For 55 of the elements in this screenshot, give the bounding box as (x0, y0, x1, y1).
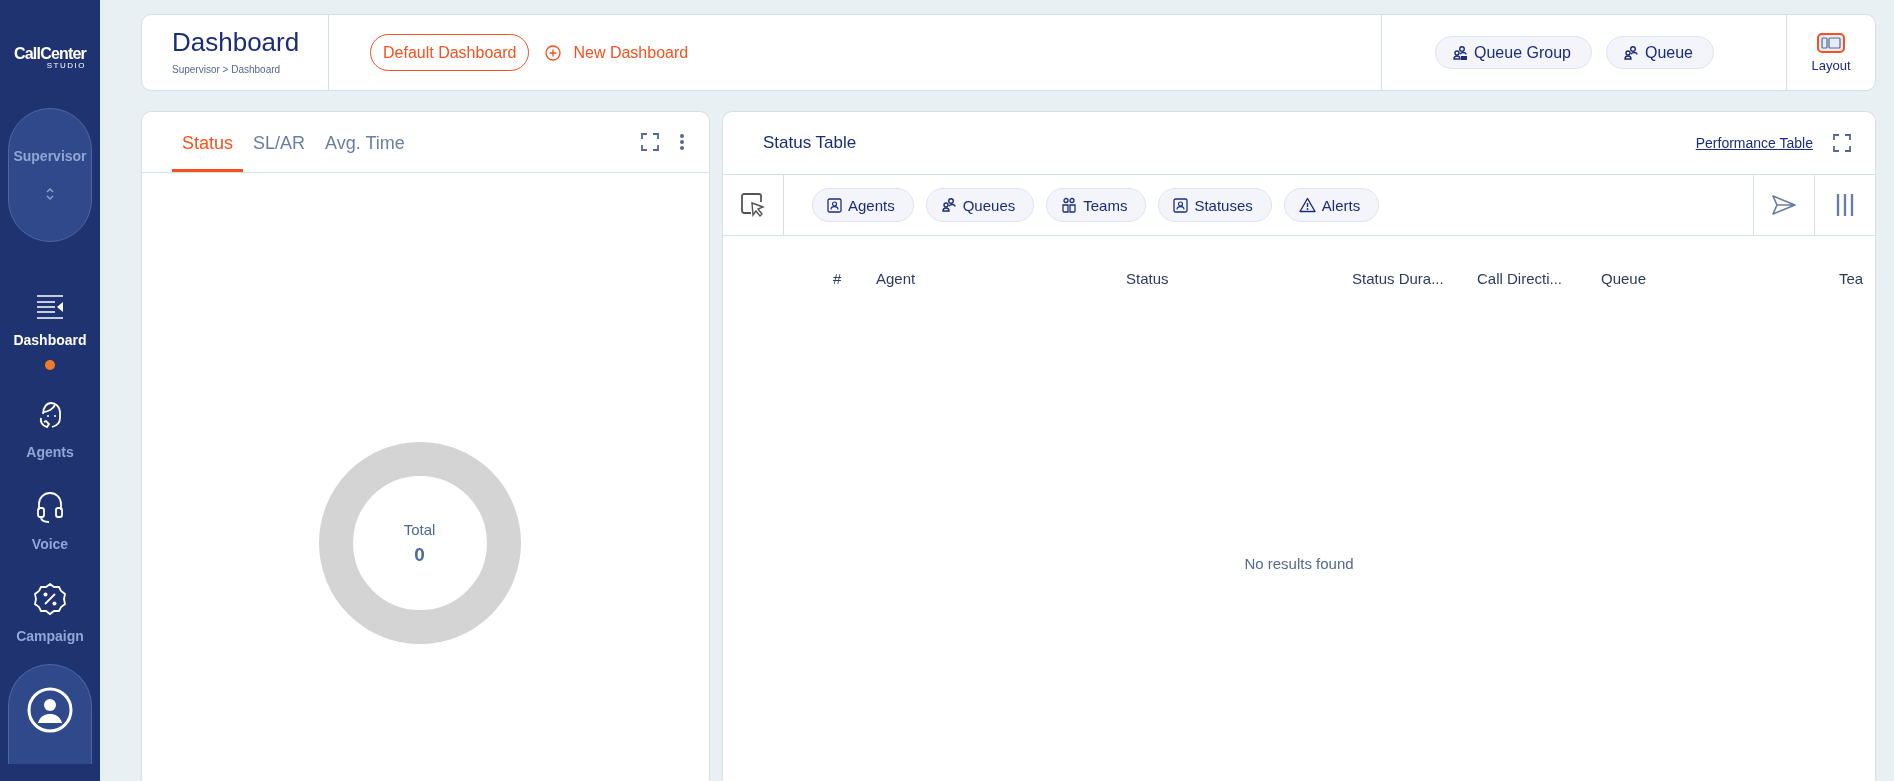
panel-title: Status Table (763, 133, 858, 153)
people-icon (940, 197, 957, 213)
columns-icon[interactable] (1836, 193, 1854, 217)
filter-chip[interactable]: Alerts (1283, 188, 1380, 222)
tab[interactable]: Avg. Time (315, 112, 415, 172)
nav-item[interactable]: Voice (0, 490, 100, 552)
tab[interactable]: Status (172, 112, 244, 172)
user-menu[interactable] (8, 664, 92, 764)
breadcrumb: Supervisor > Dashboard (172, 64, 282, 75)
logo: CallCenter STUDIO (14, 46, 86, 70)
filter-chip[interactable]: Agents (812, 188, 914, 222)
people-icon (1452, 44, 1468, 61)
team-icon (1061, 197, 1078, 213)
page-title: Dashboard (172, 27, 301, 58)
column-header: Call Directi... (1477, 270, 1563, 287)
filter-chip[interactable]: Queues (925, 188, 1035, 222)
list-icon (35, 294, 65, 320)
new-dashboard-button[interactable]: New Dashboard (545, 43, 689, 62)
column-header: Agent (876, 270, 917, 287)
nav-item[interactable]: Campaign (0, 582, 100, 644)
performance-table-link[interactable]: Performance Table (1695, 135, 1813, 151)
nav-item[interactable]: Agents (0, 400, 100, 460)
filter-chip[interactable]: Teams (1046, 188, 1147, 222)
donut-value: 0 (414, 543, 425, 566)
column-header: # (833, 270, 843, 287)
warning-icon (1298, 197, 1316, 213)
headset-icon (35, 490, 65, 524)
donut-label: Total (403, 520, 436, 538)
filter-chip[interactable]: Statuses (1158, 188, 1272, 222)
column-header: Status Dura... (1352, 270, 1445, 287)
fullscreen-icon[interactable] (641, 133, 659, 151)
contact-card-icon (827, 197, 842, 213)
fullscreen-icon[interactable] (1833, 134, 1851, 152)
select-cursor-icon[interactable] (740, 192, 766, 218)
column-header: Status (1126, 270, 1170, 287)
layout-button[interactable]: Layout (1787, 15, 1875, 90)
contact-card-icon (1173, 197, 1189, 213)
column-header: Queue (1601, 270, 1648, 287)
default-dashboard-button[interactable]: Default Dashboard (370, 34, 530, 71)
filter-chip[interactable]: Queue (1605, 36, 1714, 69)
nav-item[interactable]: Dashboard (0, 294, 100, 370)
plus-circle-icon (545, 44, 562, 61)
column-header: Tea (1839, 270, 1865, 287)
discount-badge-icon (33, 582, 67, 616)
people-icon (1622, 44, 1639, 61)
layout-icon (1817, 32, 1845, 53)
user-avatar-icon (27, 687, 73, 733)
chevron-updown-icon (45, 186, 55, 202)
role-switcher[interactable]: Supervisor (8, 108, 92, 242)
empty-message: No results found (1243, 555, 1355, 572)
filter-chip[interactable]: Queue Group (1435, 36, 1592, 69)
send-icon[interactable] (1771, 194, 1797, 216)
active-dot (45, 360, 55, 370)
tab[interactable]: SL/AR (243, 112, 316, 172)
more-icon[interactable] (679, 133, 685, 151)
